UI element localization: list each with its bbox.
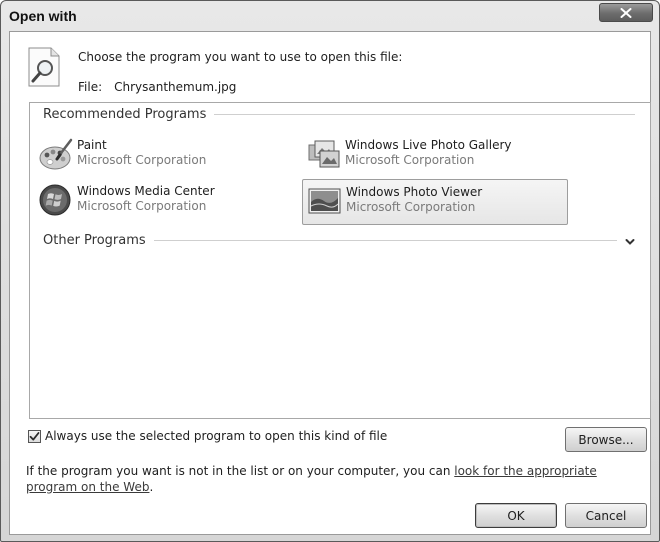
program-vendor: Microsoft Corporation bbox=[77, 153, 207, 167]
checkmark-icon bbox=[29, 431, 40, 440]
other-programs-header[interactable]: Other Programs bbox=[43, 233, 617, 248]
recommended-programs-label: Recommended Programs bbox=[43, 107, 207, 122]
program-name: Windows Photo Viewer bbox=[346, 185, 483, 199]
title-bar[interactable]: Open with bbox=[1, 1, 659, 31]
divider bbox=[153, 240, 617, 241]
photo-viewer-icon bbox=[308, 188, 341, 214]
program-vendor: Microsoft Corporation bbox=[345, 153, 475, 167]
divider bbox=[214, 114, 635, 115]
chevron-down-icon[interactable] bbox=[625, 237, 635, 247]
browse-button[interactable]: Browse... bbox=[565, 427, 647, 452]
program-vendor: Microsoft Corporation bbox=[77, 199, 207, 213]
program-item-windows-live-photo-gallery[interactable]: Windows Live Photo Gallery Microsoft Cor… bbox=[302, 133, 568, 179]
program-name: Paint bbox=[77, 138, 107, 152]
open-with-dialog: Open with Choose the program you want to… bbox=[0, 0, 660, 542]
file-search-icon bbox=[28, 47, 60, 87]
always-use-option[interactable]: Always use the selected program to open … bbox=[28, 429, 387, 443]
close-button[interactable] bbox=[599, 3, 653, 22]
cancel-button[interactable]: Cancel bbox=[565, 503, 647, 528]
program-item-windows-photo-viewer[interactable]: Windows Photo Viewer Microsoft Corporati… bbox=[302, 179, 568, 225]
file-label: File: bbox=[78, 80, 103, 94]
always-use-label: Always use the selected program to open … bbox=[45, 429, 388, 443]
recommended-programs-header: Recommended Programs bbox=[43, 107, 635, 122]
paint-palette-icon bbox=[39, 138, 73, 170]
close-icon bbox=[620, 7, 632, 18]
footer-info-text: If the program you want is not in the li… bbox=[26, 463, 644, 495]
windows-logo-icon bbox=[39, 184, 71, 216]
file-name: Chrysanthemum.jpg bbox=[114, 80, 237, 94]
program-name: Windows Media Center bbox=[77, 184, 215, 198]
program-name: Windows Live Photo Gallery bbox=[345, 138, 512, 152]
footer-text: If the program you want is not in the li… bbox=[26, 464, 455, 478]
always-use-checkbox[interactable] bbox=[28, 429, 41, 443]
photo-gallery-icon bbox=[308, 140, 340, 168]
dialog-title: Open with bbox=[9, 8, 77, 24]
program-item-paint[interactable]: Paint Microsoft Corporation bbox=[34, 133, 300, 179]
file-line: File: Chrysanthemum.jpg bbox=[78, 80, 236, 94]
footer-suffix: . bbox=[149, 480, 154, 494]
program-item-windows-media-center[interactable]: Windows Media Center Microsoft Corporati… bbox=[34, 179, 300, 225]
program-vendor: Microsoft Corporation bbox=[346, 200, 476, 214]
ok-button[interactable]: OK bbox=[475, 503, 557, 528]
prompt-text: Choose the program you want to use to op… bbox=[78, 50, 403, 64]
other-programs-label: Other Programs bbox=[43, 233, 146, 248]
